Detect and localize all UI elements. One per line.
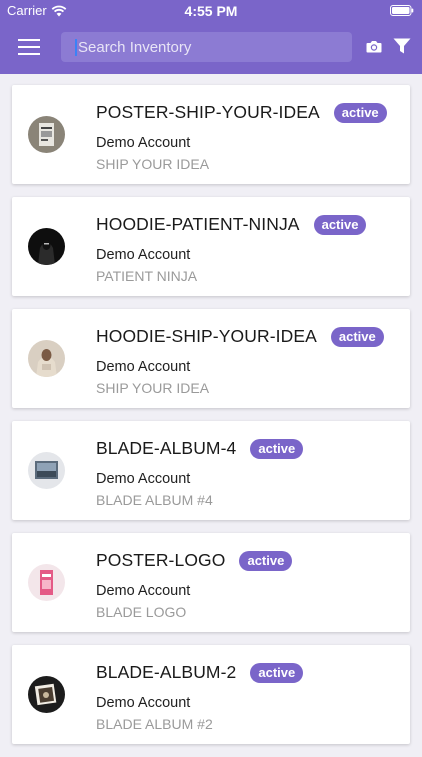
title-row: BLADE-ALBUM-4 active	[96, 438, 304, 459]
status-badge: active	[239, 550, 293, 571]
search-input[interactable]	[78, 38, 338, 56]
account-name: Demo Account	[96, 471, 191, 487]
account-name: Demo Account	[96, 247, 191, 263]
product-thumbnail	[28, 564, 65, 601]
status-badge: active	[330, 326, 384, 347]
product-name: SHIP YOUR IDEA	[96, 156, 210, 172]
sku-title: HOODIE-SHIP-YOUR-IDEA	[96, 326, 317, 346]
product-thumbnail	[28, 676, 65, 713]
status-badge: active	[313, 214, 367, 235]
status-badge: active	[250, 438, 304, 459]
battery-icon	[390, 5, 414, 16]
title-row: BLADE-ALBUM-2 active	[96, 662, 304, 683]
inventory-item-card[interactable]: POSTER-SHIP-YOUR-IDEA active Demo Account S…	[12, 85, 410, 184]
filter-icon[interactable]	[393, 38, 411, 54]
sku-title: POSTER-LOGO	[96, 550, 226, 570]
sku-title: POSTER-SHIP-YOUR-IDEA	[96, 102, 320, 122]
product-thumbnail	[28, 340, 65, 377]
account-name: Demo Account	[96, 695, 191, 711]
clock: 4:55 PM	[184, 3, 238, 19]
inventory-list: POSTER-SHIP-YOUR-IDEA active Demo Account S…	[12, 85, 410, 757]
title-row: HOODIE-SHIP-YOUR-IDEA active	[96, 326, 384, 347]
inventory-item-card[interactable]: BLADE-ALBUM-2 active Demo Account BLADE ALB…	[12, 645, 410, 744]
title-row: POSTER-SHIP-YOUR-IDEA active	[96, 102, 387, 123]
search-bar[interactable]	[61, 32, 352, 62]
text-cursor	[75, 38, 77, 56]
product-name: BLADE ALBUM #2	[96, 716, 213, 732]
title-row: HOODIE-PATIENT-NINJA active	[96, 214, 367, 235]
app-header: Carrier 4:55 PM	[0, 0, 422, 74]
sku-title: HOODIE-PATIENT-NINJA	[96, 214, 300, 234]
product-thumbnail	[28, 116, 65, 153]
product-thumbnail	[28, 228, 65, 265]
account-name: Demo Account	[96, 135, 191, 151]
account-name: Demo Account	[96, 359, 191, 375]
product-thumbnail	[28, 452, 65, 489]
status-badge: active	[250, 662, 304, 683]
camera-icon[interactable]	[366, 40, 382, 53]
inventory-item-card[interactable]: POSTER-LOGO active Demo Account BLADE LOGO	[12, 533, 410, 632]
inventory-item-card[interactable]: HOODIE-PATIENT-NINJA active Demo Account PA…	[12, 197, 410, 296]
status-badge: active	[333, 102, 387, 123]
title-row: POSTER-LOGO active	[96, 550, 293, 571]
status-bar: Carrier 4:55 PM	[0, 0, 422, 22]
inventory-item-card[interactable]: HOODIE-SHIP-YOUR-IDEA active Demo Account S…	[12, 309, 410, 408]
product-name: BLADE ALBUM #4	[96, 492, 213, 508]
hamburger-menu-icon[interactable]	[18, 39, 40, 55]
account-name: Demo Account	[96, 583, 191, 599]
sku-title: BLADE-ALBUM-4	[96, 438, 237, 458]
product-name: PATIENT NINJA	[96, 268, 198, 284]
product-name: BLADE LOGO	[96, 604, 187, 620]
inventory-item-card[interactable]: BLADE-ALBUM-4 active Demo Account BLADE ALB…	[12, 421, 410, 520]
product-name: SHIP YOUR IDEA	[96, 380, 210, 396]
sku-title: BLADE-ALBUM-2	[96, 662, 237, 682]
